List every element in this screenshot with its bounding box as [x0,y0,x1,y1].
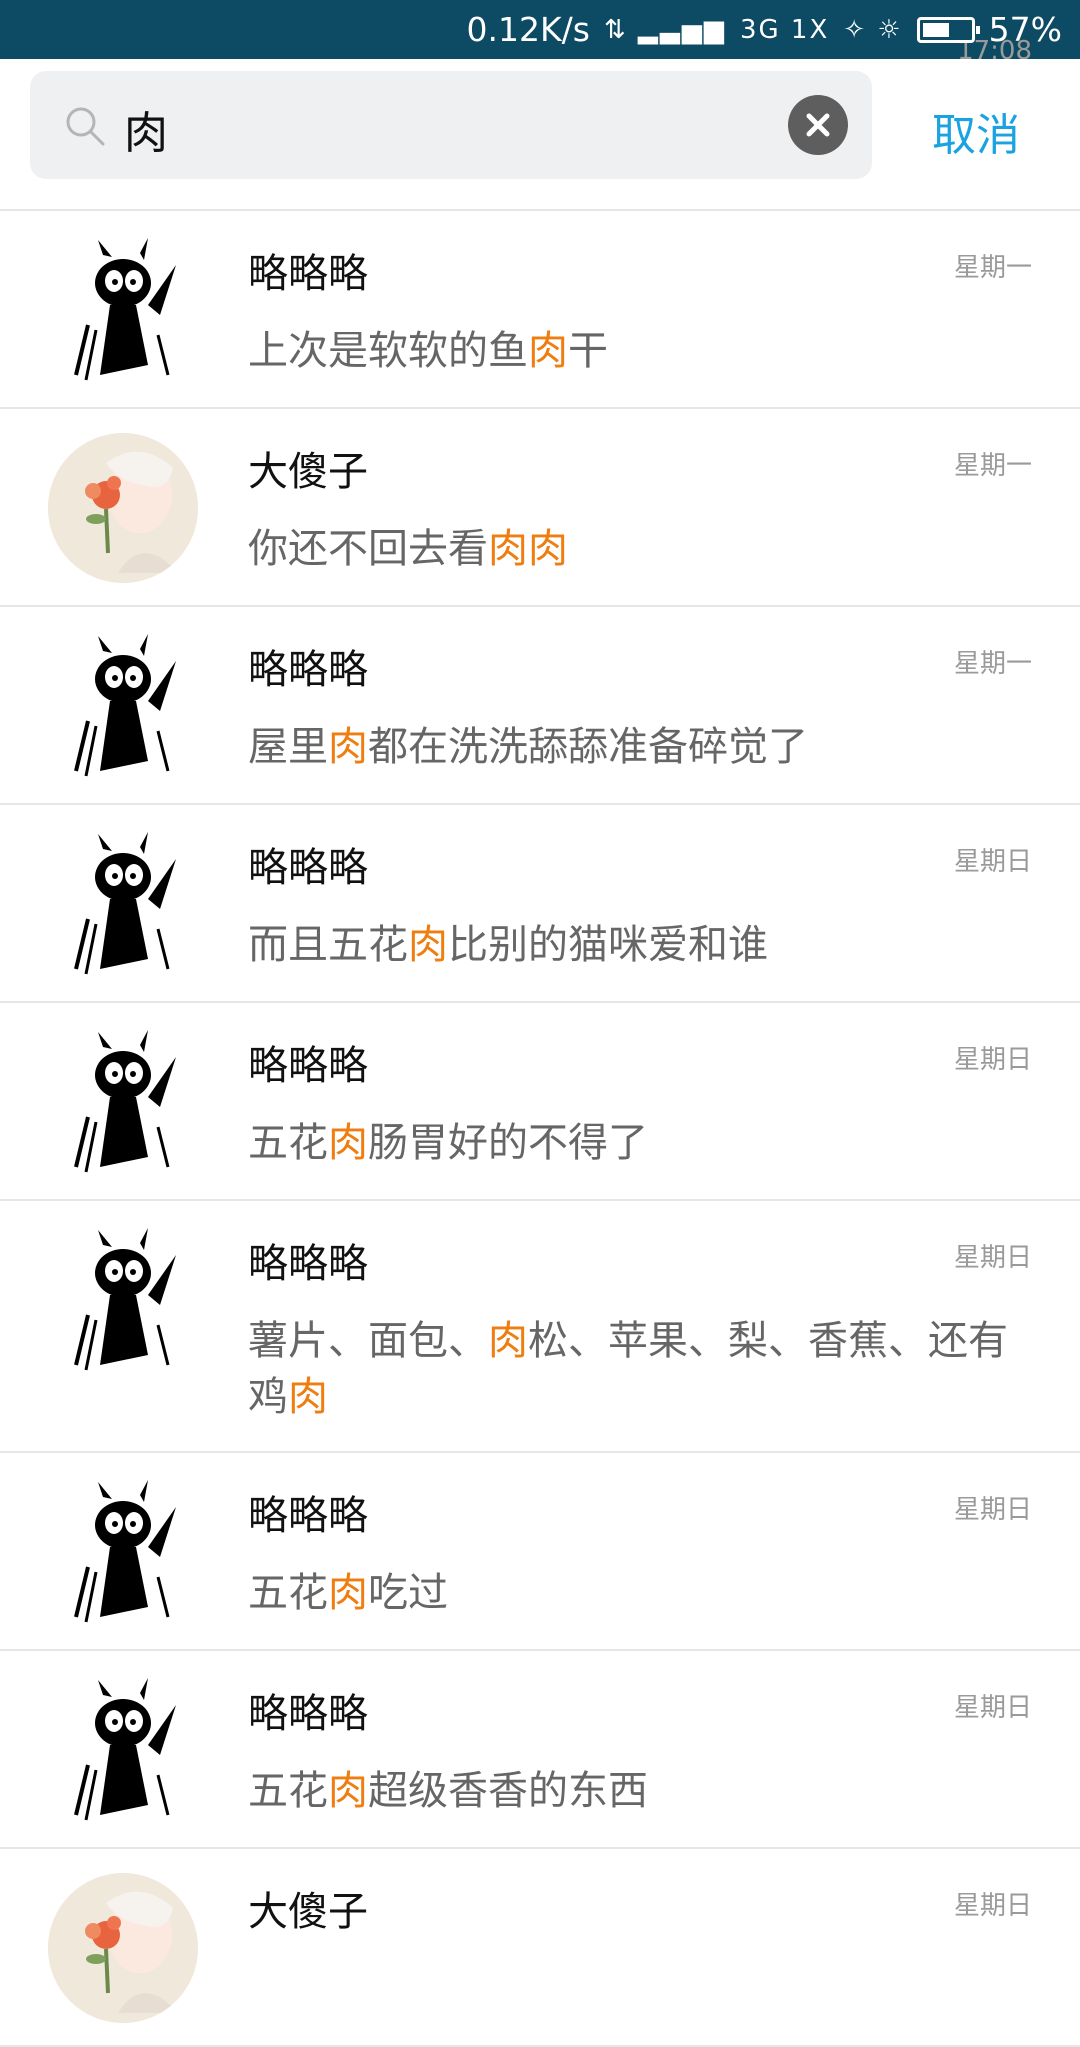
message-text: 五花 [248,1120,328,1166]
result-row[interactable]: 略略略 星期日五花肉吃过 [0,1453,1080,1651]
contact-name: 略略略 [248,845,368,891]
battery-icon [916,16,980,43]
contact-name: 略略略 [248,1691,368,1737]
message-preview: 五花肉吃过 [248,1565,1038,1621]
avatar [48,235,198,385]
message-time: 星期一 [953,253,1032,283]
result-row[interactable]: 略略略 星期日五花肉超级香香的东西 [0,1651,1080,1849]
highlight-text: 肉 [328,1120,368,1166]
message-text: 上次是软软的鱼 [248,328,528,374]
signal-icon: ⇅ ▂▃▅▆ [603,14,726,45]
search-icon [66,107,105,146]
notification-icons: ✧ ☼ [843,14,903,45]
highlight-text: 肉肉 [488,526,568,572]
result-row[interactable]: 大傻子 星期日 [0,1849,1080,2047]
contact-name: 略略略 [248,647,368,693]
message-text: 都在洗洗舔舔准备碎觉了 [368,724,808,770]
message-text: 你还不回去看 [248,526,488,572]
result-row[interactable]: 略略略 星期一屋里肉都在洗洗舔舔准备碎觉了 [0,607,1080,805]
message-time: 星期日 [953,1243,1032,1273]
network-speed: 0.12K/s [466,10,590,49]
avatar [48,433,198,583]
message-text: 吃过 [368,1570,448,1616]
avatar [48,1675,198,1825]
search-box[interactable]: 肉 [30,71,872,179]
contact-name: 略略略 [248,1043,368,1089]
message-text: 比别的猫咪爱和谁 [448,922,768,968]
message-time: 星期日 [953,1693,1032,1723]
highlight-text: 肉 [488,1318,528,1364]
highlight-text: 肉 [328,1768,368,1814]
highlight-text: 肉 [408,922,448,968]
message-time: 星期日 [953,1045,1032,1075]
network-type: 3G 1X [739,14,830,45]
message-preview: 而且五花肉比别的猫咪爱和谁 [248,917,1038,973]
contact-name: 略略略 [248,1493,368,1539]
status-bar: 17:08 0.12K/s ⇅ ▂▃▅▆ 3G 1X ✧ ☼ 57% [0,0,1080,66]
message-preview: 上次是软软的鱼肉干 [248,323,1038,379]
message-time: 星期日 [953,847,1032,877]
message-preview: 五花肉超级香香的东西 [248,1763,1038,1819]
result-row[interactable]: 略略略 星期一上次是软软的鱼肉干 [0,211,1080,409]
message-time: 星期日 [953,1495,1032,1525]
message-text: 屋里 [248,724,328,770]
contact-name: 大傻子 [248,449,368,495]
avatar [48,1027,198,1177]
avatar [48,1873,198,2023]
message-text: 五花 [248,1570,328,1616]
search-input[interactable]: 肉 [124,97,168,161]
result-row[interactable]: 略略略 星期日而且五花肉比别的猫咪爱和谁 [0,805,1080,1003]
avatar [48,1477,198,1627]
clear-search-button[interactable] [788,95,848,155]
message-preview: 薯片、面包、肉松、苹果、梨、香蕉、还有鸡肉 [248,1313,1038,1425]
search-header: 肉 取消 [0,59,1080,211]
result-row[interactable]: 略略略 星期日薯片、面包、肉松、苹果、梨、香蕉、还有鸡肉 [0,1201,1080,1453]
message-time: 星期一 [953,451,1032,481]
message-text: 肠胃好的不得了 [368,1120,648,1166]
message-time: 星期日 [953,1891,1032,1921]
contact-name: 略略略 [248,251,368,297]
contact-name: 略略略 [248,1241,368,1287]
message-text: 超级香香的东西 [368,1768,648,1814]
message-text: 干 [568,328,608,374]
highlight-text: 肉 [528,328,568,374]
avatar [48,829,198,979]
message-preview: 五花肉肠胃好的不得了 [248,1115,1038,1171]
message-time: 星期一 [953,649,1032,679]
highlight-text: 肉 [328,724,368,770]
results-list: 略略略 星期一 上次是软软的鱼肉干 大傻子 星期一 你还不回去看肉肉 略略略 星期一 屋里… [0,211,1080,2047]
close-icon [806,113,830,137]
message-preview: 屋里肉都在洗洗舔舔准备碎觉了 [248,719,1038,775]
highlight-text: 肉 [288,1374,328,1420]
message-text: 五花 [248,1768,328,1814]
result-row[interactable]: 略略略 星期日五花肉肠胃好的不得了 [0,1003,1080,1201]
avatar [48,631,198,781]
message-text: 而且五花 [248,922,408,968]
result-row[interactable]: 大傻子 星期一 你还不回去看肉肉 [0,409,1080,607]
avatar [48,1225,198,1375]
message-preview: 你还不回去看肉肉 [248,521,1038,577]
cancel-button[interactable]: 取消 [932,99,1020,163]
highlight-text: 肉 [328,1570,368,1616]
contact-name: 大傻子 [248,1889,368,1935]
message-text: 薯片、面包、 [248,1318,488,1364]
